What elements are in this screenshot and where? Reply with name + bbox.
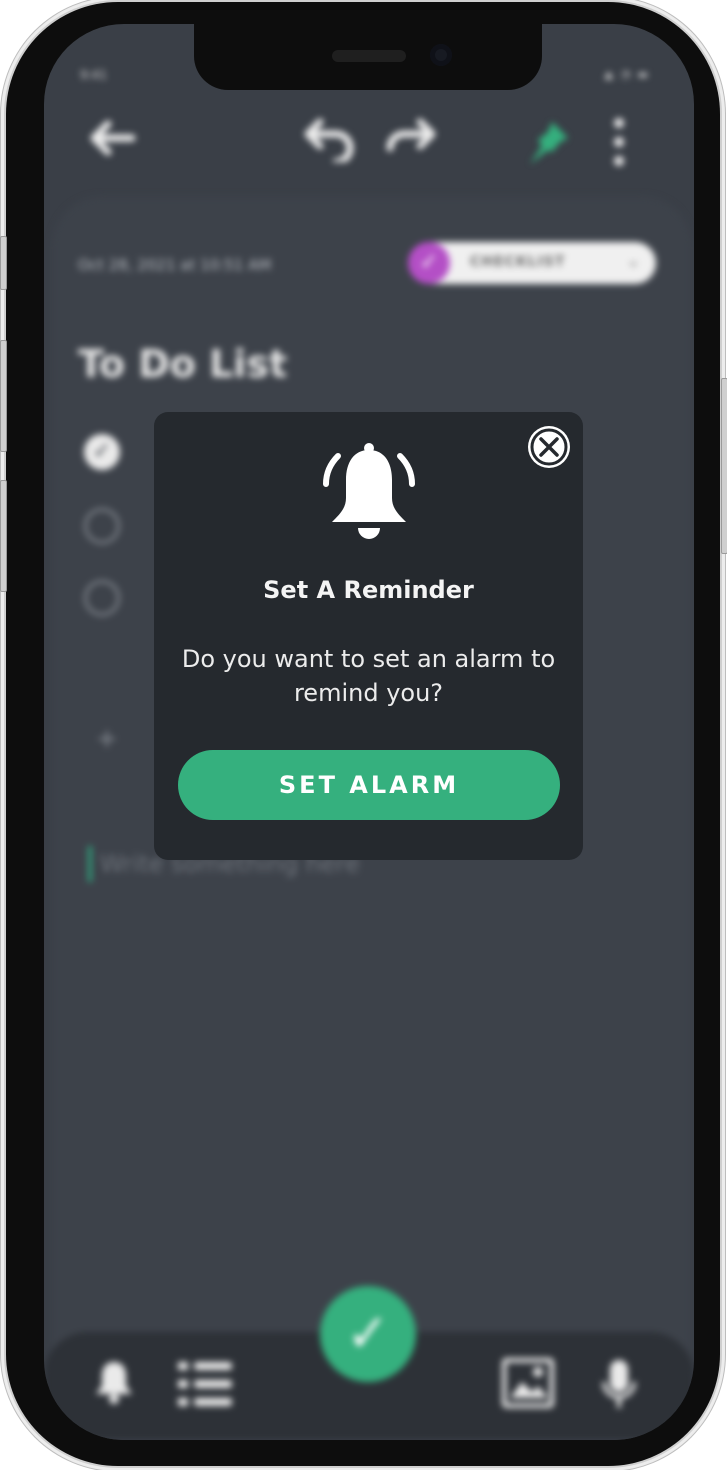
dialog-title: Set A Reminder <box>263 576 474 604</box>
checklist-icon[interactable] <box>178 1360 232 1414</box>
close-button[interactable] <box>528 426 570 468</box>
save-check-button[interactable]: ✓ <box>320 1286 416 1382</box>
microphone-icon[interactable] <box>602 1358 636 1414</box>
volume-up-button <box>0 340 7 452</box>
notch <box>194 24 542 90</box>
note-title[interactable]: To Do List <box>78 342 287 386</box>
checklist-item-checkbox[interactable] <box>84 508 120 544</box>
status-time: 9:41 <box>80 68 107 82</box>
checklist-item-checkbox[interactable]: ✓ <box>84 434 120 470</box>
volume-down-button <box>0 480 7 592</box>
screen: 9:41 ▲ ◔ ▬ Oct 28, 2021 at 10:51 AM ✓ CH… <box>44 24 694 1440</box>
set-alarm-button[interactable]: SET ALARM <box>178 750 560 820</box>
power-button <box>721 378 727 554</box>
speaker <box>332 50 406 62</box>
text-cursor <box>88 846 92 882</box>
note-type-dropdown[interactable]: ✓ CHECKLIST ⌄ <box>408 242 656 284</box>
bell-icon[interactable] <box>94 1360 134 1408</box>
status-icons: ▲ ◔ ▬ <box>604 68 650 81</box>
checklist-check-icon: ✓ <box>408 242 450 284</box>
chevron-down-icon: ⌄ <box>626 251 640 270</box>
dialog-message: Do you want to set an alarm to remind yo… <box>181 645 556 707</box>
add-item-icon[interactable]: + <box>96 724 118 754</box>
back-arrow-icon[interactable] <box>90 120 136 160</box>
close-icon <box>530 428 568 466</box>
phone-frame: 9:41 ▲ ◔ ▬ Oct 28, 2021 at 10:51 AM ✓ CH… <box>6 2 720 1466</box>
pin-icon[interactable] <box>524 120 570 170</box>
reminder-dialog: Set A Reminder Do you want to set an ala… <box>154 412 583 860</box>
redo-icon[interactable] <box>380 116 436 166</box>
bell-icon <box>320 442 418 546</box>
image-icon[interactable] <box>501 1357 555 1412</box>
front-camera <box>430 44 452 66</box>
note-type-label: CHECKLIST <box>470 254 566 270</box>
note-date: Oct 28, 2021 at 10:51 AM <box>78 256 272 274</box>
more-vertical-icon[interactable] <box>612 116 626 172</box>
silent-switch <box>0 236 7 290</box>
undo-icon[interactable] <box>304 116 360 166</box>
checklist-item-checkbox[interactable] <box>84 580 120 616</box>
